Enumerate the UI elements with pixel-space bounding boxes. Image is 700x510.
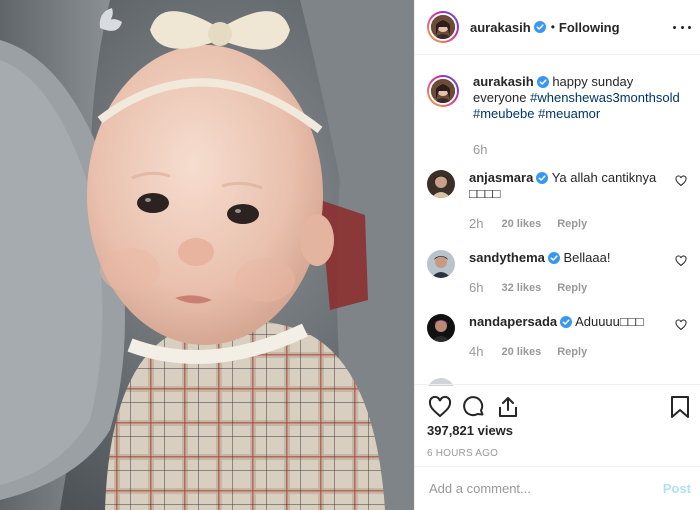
verified-badge-icon — [547, 252, 560, 264]
caption-avatar[interactable] — [427, 75, 459, 107]
heart-icon[interactable] — [427, 394, 453, 420]
post-side-panel: aurakasih • Following aurakasih happy su — [414, 0, 700, 510]
comment-item: anjasmara Ya allah cantiknya □□□□ 2h 20 … — [427, 170, 687, 232]
baby-photo — [0, 0, 414, 510]
comment-text: Aduuuu□□□ — [575, 314, 644, 329]
post-comment-button[interactable]: Post — [663, 481, 691, 496]
commenter-avatar[interactable] — [427, 250, 455, 278]
more-options-icon[interactable] — [673, 18, 691, 36]
comment-input[interactable] — [429, 481, 663, 496]
heart-icon[interactable] — [675, 175, 687, 187]
post-actions: 397,821 views 6 HOURS AGO — [415, 384, 700, 466]
comment-likes[interactable]: 32 likes — [501, 280, 541, 296]
instagram-post: aurakasih • Following aurakasih happy su — [0, 0, 700, 510]
reply-button[interactable]: Reply — [557, 280, 587, 296]
comment-likes[interactable]: 20 likes — [501, 344, 541, 360]
comments-list[interactable]: aurakasih happy sunday everyone #whenshe… — [415, 56, 700, 386]
comment-item: sandythema Bellaaa! 6h 32 likes Reply — [427, 250, 687, 296]
heart-icon[interactable] — [675, 255, 687, 267]
comment-likes[interactable]: 20 likes — [501, 216, 541, 232]
post-header: aurakasih • Following — [415, 0, 700, 55]
verified-badge-icon — [536, 76, 549, 88]
post-timestamp[interactable]: 6 HOURS AGO — [427, 448, 689, 459]
add-comment-form: Post — [415, 466, 700, 510]
comment-text: Bellaaa! — [563, 250, 611, 265]
comment-time[interactable]: 6h — [469, 280, 483, 296]
hashtag-link[interactable]: #whenshewas3monthsold — [530, 90, 680, 105]
post-video[interactable] — [0, 0, 414, 510]
caption-username[interactable]: aurakasih — [473, 74, 534, 89]
verified-badge-icon — [560, 316, 573, 328]
verified-badge-icon — [533, 21, 546, 33]
hashtag-link[interactable]: #meuamor — [538, 106, 600, 121]
verified-badge-icon — [536, 172, 549, 184]
hashtag-link[interactable]: #meubebe — [473, 106, 534, 121]
heart-icon[interactable] — [675, 319, 687, 331]
separator-dot: • — [550, 20, 555, 34]
commenter-username[interactable]: anjasmara — [469, 170, 533, 185]
post-caption: aurakasih happy sunday everyone #whenshe… — [427, 56, 687, 158]
reply-button[interactable]: Reply — [557, 216, 587, 232]
reply-button[interactable]: Reply — [557, 344, 587, 360]
commenter-avatar[interactable] — [427, 170, 455, 198]
comment-time[interactable]: 4h — [469, 344, 483, 360]
following-button[interactable]: Following — [559, 20, 620, 35]
caption-time[interactable]: 6h — [473, 142, 685, 158]
comment-bubble-icon[interactable] — [461, 394, 487, 420]
bookmark-icon[interactable] — [667, 394, 693, 420]
commenter-username[interactable]: sandythema — [469, 250, 545, 265]
author-avatar[interactable] — [427, 11, 459, 43]
comment-time[interactable]: 2h — [469, 216, 483, 232]
commenter-username[interactable]: nandapersada — [469, 314, 557, 329]
comment-item: nandapersada Aduuuu□□□ 4h 20 likes Reply — [427, 314, 687, 360]
commenter-avatar[interactable] — [427, 314, 455, 342]
author-username[interactable]: aurakasih — [470, 20, 531, 35]
share-icon[interactable] — [495, 394, 521, 420]
view-count[interactable]: 397,821 views — [427, 423, 689, 438]
